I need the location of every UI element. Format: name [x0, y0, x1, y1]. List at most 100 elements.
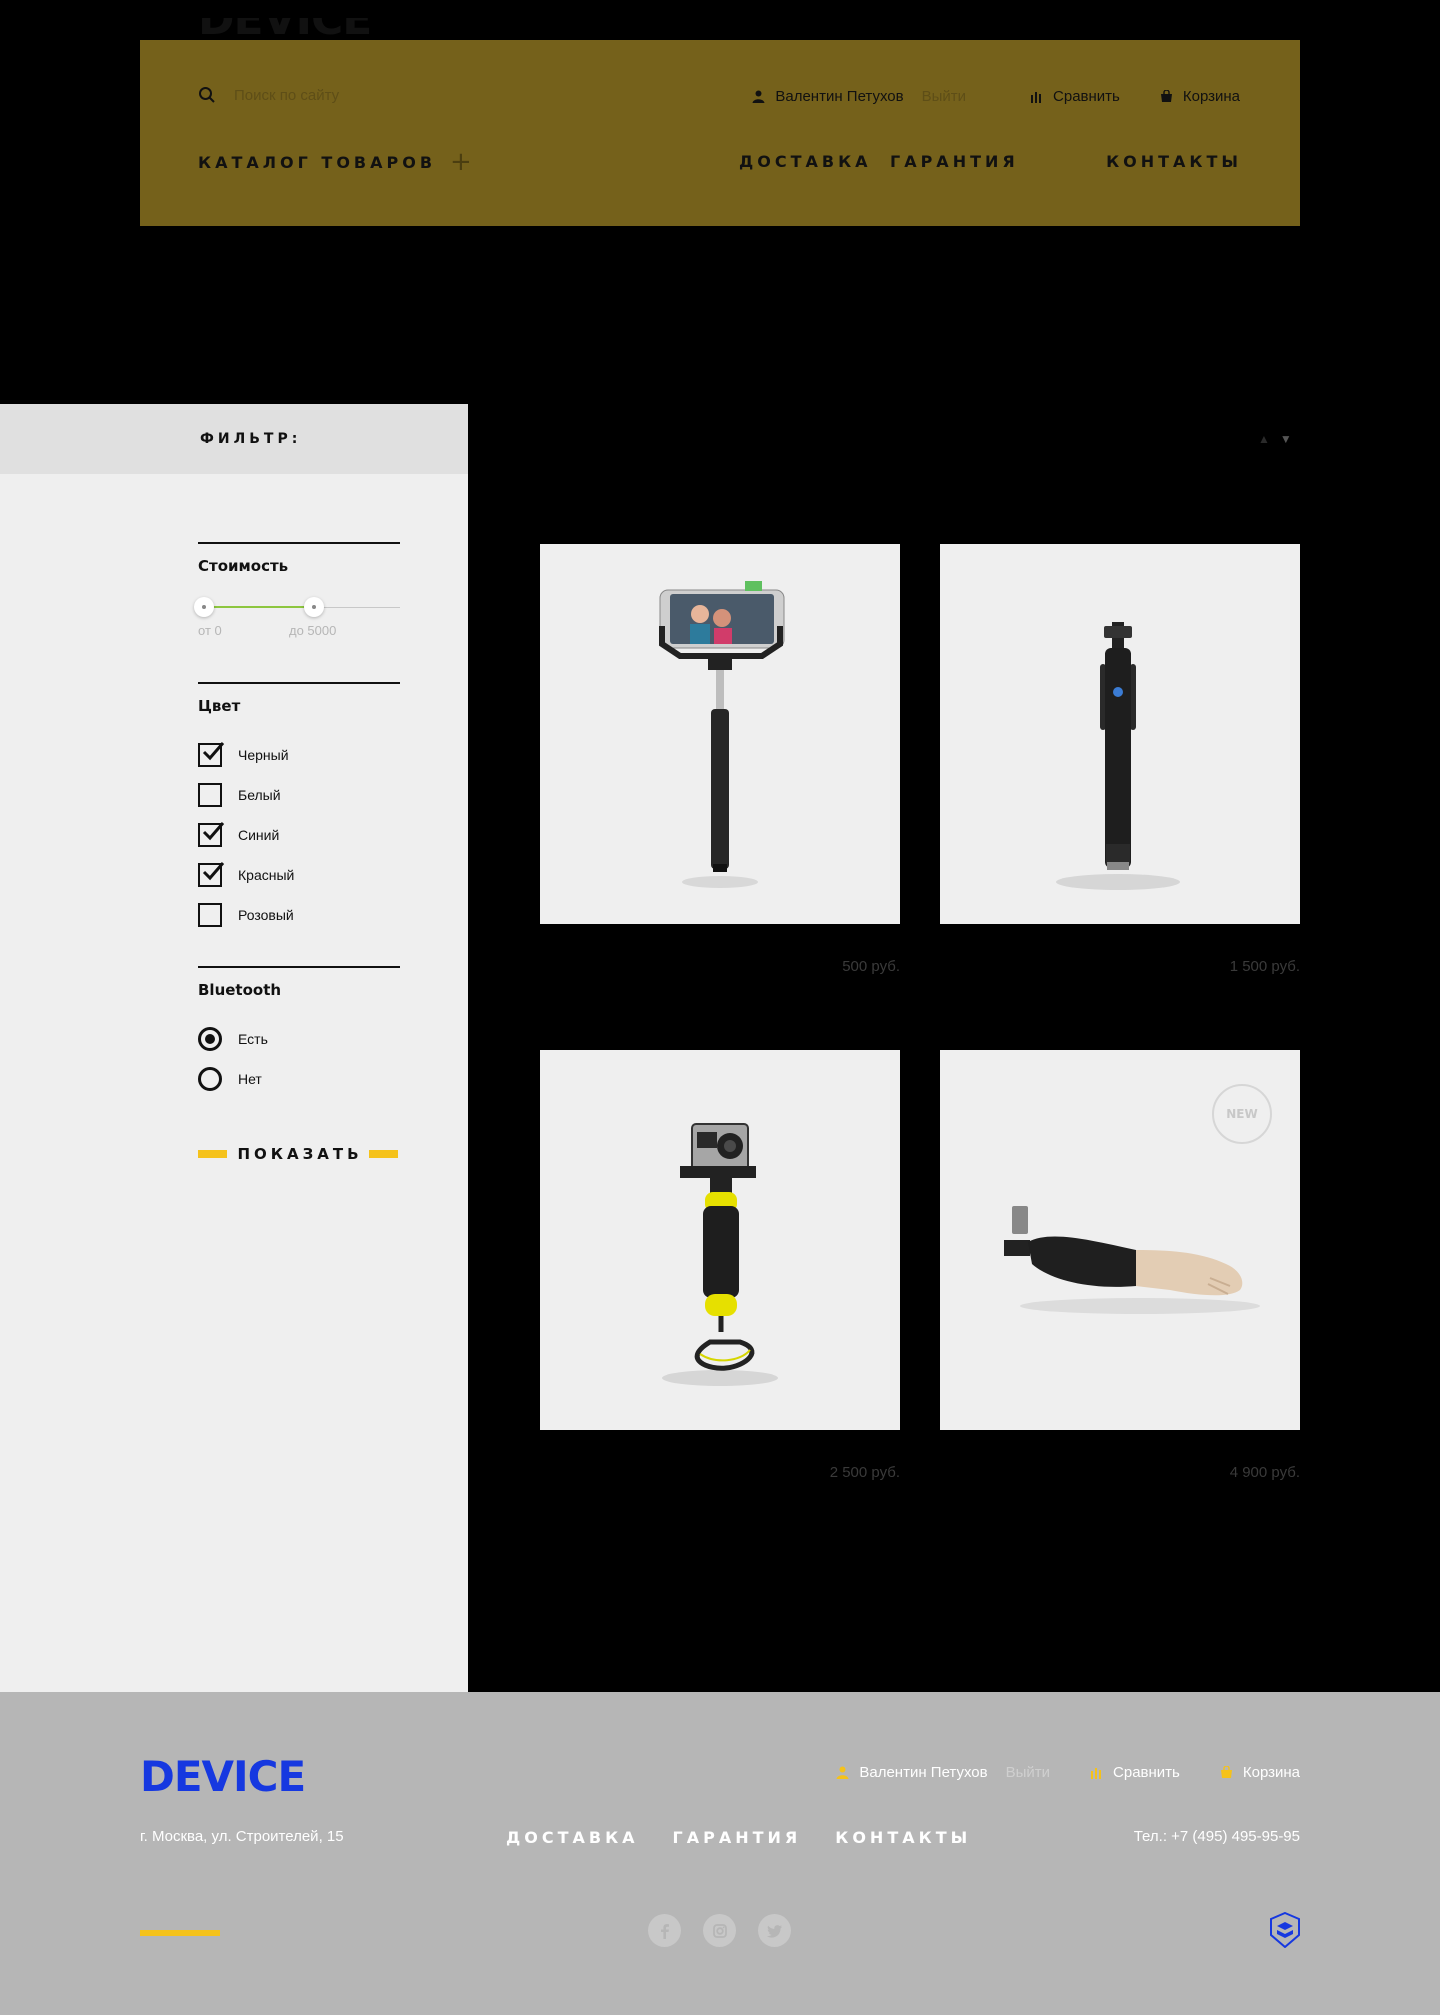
product-image[interactable]: [940, 544, 1300, 924]
filter-sidebar: ФИЛЬТР: Стоимость от 0 до 5000 Цвет Черн…: [0, 404, 468, 1692]
footer-user-nav: Валентин Петухов Выйти Сравнить Корзина: [836, 1764, 1300, 1781]
nav-guarantee[interactable]: ГАРАНТИЯ: [890, 152, 1019, 171]
footer-cart-label: Корзина: [1242, 1764, 1300, 1781]
footer-nav-delivery[interactable]: ДОСТАВКА: [506, 1828, 639, 1847]
checkmark-icon: [202, 862, 225, 881]
checkbox-checked[interactable]: [198, 822, 225, 847]
nav-delivery[interactable]: ДОСТАВКА: [739, 152, 872, 171]
footer-nav-guarantee[interactable]: ГАРАНТИЯ: [673, 1828, 802, 1847]
checkmark-icon: [202, 742, 225, 761]
footer-accent-bar: [140, 1930, 220, 1936]
bluetooth-option-label: Есть: [238, 1031, 268, 1047]
color-filter: Цвет Черный Белый Синий Красный Розовый: [198, 682, 400, 935]
footer-user-profile-link[interactable]: Валентин Петухов: [836, 1764, 988, 1781]
cart-icon: [1160, 90, 1172, 102]
shield-logo-icon[interactable]: [1270, 1912, 1300, 1948]
color-filter-title: Цвет: [198, 697, 241, 715]
filter-title: ФИЛЬТР:: [200, 431, 302, 447]
bluetooth-option[interactable]: Есть: [198, 1019, 400, 1059]
bluetooth-option-label: Нет: [238, 1071, 262, 1087]
footer-compare-label: Сравнить: [1113, 1764, 1180, 1781]
product-image[interactable]: [540, 544, 900, 924]
facebook-icon[interactable]: [648, 1914, 681, 1947]
color-option[interactable]: Синий: [198, 815, 400, 855]
product-card[interactable]: NEW 4 900 руб.: [940, 1050, 1300, 1481]
social-links: [648, 1914, 791, 1947]
bluetooth-filter: Bluetooth Есть Нет: [198, 966, 400, 1099]
sort-controls: ▲ ▼: [1258, 432, 1292, 446]
footer-logout-link[interactable]: Выйти: [1006, 1764, 1050, 1781]
price-slider-range: [204, 606, 318, 608]
catalog-label: КАТАЛОГ ТОВАРОВ: [198, 152, 437, 172]
nav-contacts[interactable]: КОНТАКТЫ: [1106, 152, 1242, 171]
main-nav: КАТАЛОГ ТОВАРОВ + ДОСТАВКА ГАРАНТИЯ КОНТ…: [198, 147, 1242, 177]
sort-desc-icon[interactable]: ▼: [1280, 432, 1292, 446]
cart-label: Корзина: [1182, 88, 1240, 105]
filter-header: ФИЛЬТР:: [0, 404, 468, 474]
checkbox-checked[interactable]: [198, 742, 225, 767]
product-card[interactable]: 2 500 руб.: [540, 1050, 900, 1481]
color-option-label: Красный: [238, 867, 295, 883]
footer-logo[interactable]: DEVICE: [140, 1752, 306, 1801]
product-price: 4 900 руб.: [1229, 1464, 1300, 1481]
color-option-label: Розовый: [238, 907, 294, 923]
price-slider[interactable]: от 0 до 5000: [194, 597, 400, 638]
price-filter: Стоимость от 0 до 5000: [194, 542, 400, 682]
action-camera-float-grip-image: [662, 1123, 778, 1386]
footer-nav-contacts[interactable]: КОНТАКТЫ: [835, 1828, 971, 1847]
user-nav: Валентин Петухов Выйти Сравнить Корзина: [752, 88, 1240, 105]
user-icon: [752, 90, 765, 103]
instagram-icon[interactable]: [703, 1914, 736, 1947]
footer-cart-link[interactable]: Корзина: [1220, 1764, 1300, 1781]
color-option[interactable]: Белый: [198, 775, 400, 815]
footer-phone: Тел.: +7 (495) 495-95-95: [1133, 1828, 1300, 1845]
product-price: 500 руб.: [842, 958, 900, 975]
catalog-menu-button[interactable]: КАТАЛОГ ТОВАРОВ +: [198, 147, 472, 177]
color-option[interactable]: Розовый: [198, 895, 400, 935]
product-price: 1 500 руб.: [1229, 958, 1300, 975]
compare-label: Сравнить: [1053, 88, 1120, 105]
compare-icon: [1091, 1768, 1102, 1779]
price-filter-title: Стоимость: [198, 557, 289, 575]
checkbox-unchecked[interactable]: [198, 903, 222, 927]
search-bar: [198, 86, 494, 104]
user-icon: [836, 1766, 849, 1779]
color-option[interactable]: Красный: [198, 855, 400, 895]
product-card[interactable]: 500 руб.: [540, 544, 900, 975]
search-icon[interactable]: [198, 86, 216, 104]
show-button-label: ПОКАЗАТЬ: [227, 1145, 369, 1163]
bluetooth-options: Есть Нет: [198, 1019, 400, 1099]
compare-link[interactable]: Сравнить: [1030, 88, 1120, 105]
cart-icon: [1220, 1766, 1232, 1778]
color-option-label: Синий: [238, 827, 280, 843]
site-header: Валентин Петухов Выйти Сравнить Корзина …: [140, 40, 1300, 226]
footer-compare-link[interactable]: Сравнить: [1090, 1764, 1180, 1781]
radio-unselected[interactable]: [198, 1067, 222, 1091]
selfie-stick-with-phone-image: [659, 581, 785, 888]
product-price: 2 500 руб.: [829, 1464, 900, 1481]
plus-icon: +: [450, 147, 472, 177]
sort-asc-icon[interactable]: ▲: [1258, 432, 1270, 446]
compact-selfie-stick-image: [1056, 622, 1180, 890]
checkbox-checked[interactable]: [198, 862, 225, 887]
checkbox-unchecked[interactable]: [198, 783, 222, 807]
user-profile-link[interactable]: Валентин Петухов: [752, 88, 904, 105]
site-footer: DEVICE г. Москва, ул. Строителей, 15 Вал…: [0, 1692, 1440, 2015]
footer-nav: ДОСТАВКА ГАРАНТИЯ КОНТАКТЫ: [506, 1828, 971, 1847]
radio-selected[interactable]: [198, 1027, 222, 1051]
price-slider-max-handle[interactable]: [304, 597, 324, 617]
price-slider-min-handle[interactable]: [194, 597, 214, 617]
color-option-label: Черный: [238, 747, 289, 763]
cart-link[interactable]: Корзина: [1160, 88, 1240, 105]
color-option[interactable]: Черный: [198, 735, 400, 775]
product-image[interactable]: NEW: [940, 1050, 1300, 1430]
search-input[interactable]: [234, 86, 494, 104]
logout-link[interactable]: Выйти: [922, 88, 966, 105]
product-image[interactable]: [540, 1050, 900, 1430]
user-name: Валентин Петухов: [775, 88, 904, 105]
twitter-icon[interactable]: [758, 1914, 791, 1947]
show-button[interactable]: ПОКАЗАТЬ: [198, 1142, 398, 1166]
bluetooth-filter-title: Bluetooth: [198, 981, 282, 999]
bluetooth-option[interactable]: Нет: [198, 1059, 400, 1099]
product-card[interactable]: 1 500 руб.: [940, 544, 1300, 975]
